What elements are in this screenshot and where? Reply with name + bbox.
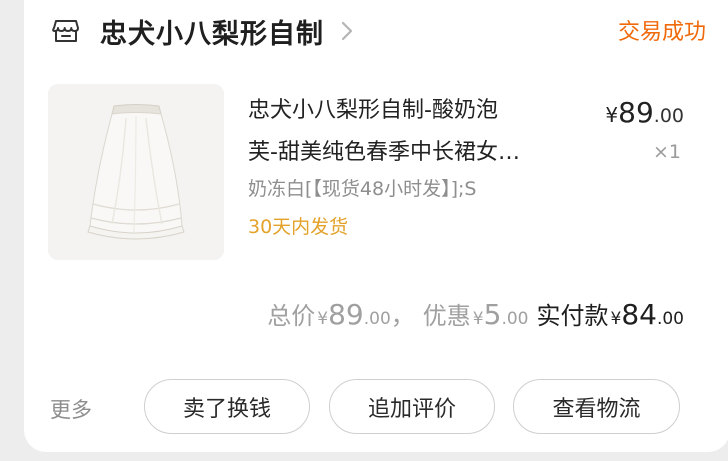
discount-integer: 5 — [483, 298, 502, 331]
price-decimal: .00 — [653, 105, 684, 127]
skirt-product-image — [48, 84, 224, 260]
total-label: 总价 — [267, 302, 316, 330]
item-price: ¥89.00 — [605, 96, 684, 129]
discount-symbol: ¥ — [472, 309, 484, 329]
price-integer: 89 — [618, 96, 654, 129]
order-status: 交易成功 — [617, 20, 706, 45]
view-logistics-button-label: 查看物流 — [552, 396, 641, 422]
total-decimal: .00 — [363, 309, 391, 329]
order-header[interactable]: 忠犬小八梨形自制 — [52, 6, 356, 56]
product-thumbnail[interactable] — [48, 84, 224, 260]
store-icon — [52, 17, 80, 45]
shipping-note: 30天内发货 — [248, 216, 349, 238]
paid-decimal: .00 — [656, 309, 684, 329]
price-symbol: ¥ — [605, 103, 619, 127]
sell-button[interactable]: 卖了换钱 — [144, 379, 310, 434]
store-name[interactable]: 忠犬小八梨形自制 — [100, 12, 324, 51]
paid-integer: 84 — [621, 298, 657, 331]
product-sku: 奶冻白[【现货48小时发】];S — [248, 178, 477, 200]
product-title-line-1[interactable]: 忠犬小八梨形自制-酸奶泡 — [248, 92, 498, 124]
chevron-right-icon[interactable] — [338, 20, 356, 42]
more-button[interactable]: 更多 — [50, 394, 92, 424]
add-review-button-label: 追加评价 — [367, 396, 456, 422]
paid-label: 实付款 — [536, 302, 609, 330]
discount-label: 优惠 — [422, 302, 471, 330]
add-review-button[interactable]: 追加评价 — [329, 379, 495, 434]
sell-button-label: 卖了换钱 — [182, 396, 271, 422]
total-symbol: ¥ — [317, 309, 329, 329]
paid-symbol: ¥ — [610, 309, 622, 329]
view-logistics-button[interactable]: 查看物流 — [513, 379, 680, 434]
order-summary: 总价 ¥ 89 .00 ， 优惠 ¥ 5 .00 实付款 ¥ 84 .00 — [267, 296, 684, 331]
discount-decimal: .00 — [501, 309, 529, 329]
product-title-line-2[interactable]: 芙-甜美纯色春季中长裙女… — [248, 134, 520, 166]
summary-separator: ， — [390, 302, 415, 330]
total-integer: 89 — [328, 298, 364, 331]
item-quantity: ×1 — [652, 141, 681, 163]
